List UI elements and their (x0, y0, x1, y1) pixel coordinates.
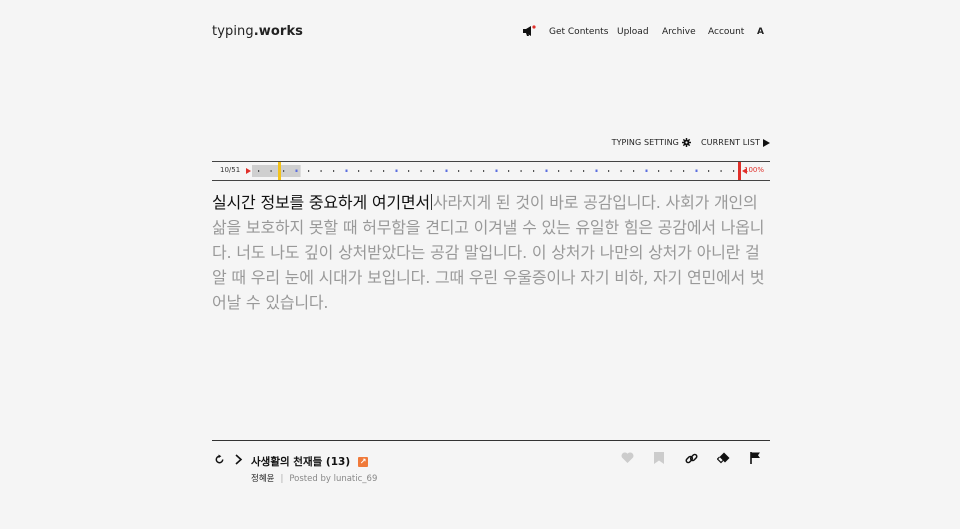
progress-tick (345, 169, 348, 172)
progress-tick (683, 170, 685, 172)
progress-tick (558, 170, 560, 172)
typing-setting-button[interactable]: TYPING SETTING (612, 138, 691, 147)
progress-tick (495, 169, 498, 172)
typing-setting-label: TYPING SETTING (611, 138, 679, 147)
progress-tick (320, 170, 322, 172)
progress-tick (695, 169, 698, 172)
logo-prefix: typing (212, 24, 254, 39)
progress-tick (708, 170, 710, 172)
report-button[interactable] (748, 451, 762, 465)
bookmark-icon (654, 452, 664, 464)
footer-controls (212, 452, 250, 466)
progress-tick (583, 170, 585, 172)
content-title-row: 사생활의 천재들 (13) ↗ (251, 454, 369, 469)
progress-track[interactable]: 10/51 100% (212, 161, 770, 181)
current-list-button[interactable]: CURRENT LIST (701, 138, 770, 147)
play-icon (763, 138, 770, 147)
flag-icon (749, 452, 760, 464)
progress-tick (620, 170, 622, 172)
progress-tick (533, 170, 535, 172)
progress-tick (258, 170, 260, 172)
link-icon (684, 453, 698, 463)
progress-tick (545, 169, 548, 172)
nav-language[interactable]: A (757, 27, 764, 37)
progress-tick (445, 169, 448, 172)
progress-tick (283, 170, 285, 172)
current-position-marker (278, 162, 281, 180)
progress-tick (333, 170, 335, 172)
eraser-button[interactable] (716, 451, 730, 465)
progress-tick (733, 170, 735, 172)
progress-tick (470, 170, 472, 172)
progress-tick (483, 170, 485, 172)
author-name: 정혜윤 (251, 474, 275, 484)
end-arrow (742, 168, 747, 174)
progress-tick (395, 169, 398, 172)
copy-link-button[interactable] (684, 451, 698, 465)
progress-tick (358, 170, 360, 172)
progress-tick (295, 169, 298, 172)
typed-text: 실시간 정보를 중요하게 여기면서 (212, 193, 430, 212)
restart-button[interactable] (212, 452, 226, 466)
progress-tick (420, 170, 422, 172)
nav-account[interactable]: Account (708, 27, 744, 37)
progress-tick (595, 169, 598, 172)
progress-tick (308, 170, 310, 172)
typing-text[interactable]: 실시간 정보를 중요하게 여기면서 사라지게 된 것이 바로 공감입니다. 사회가… (212, 190, 772, 315)
progress-tick (520, 170, 522, 172)
progress-tick (720, 170, 722, 172)
end-marker (738, 162, 741, 180)
meta-separator: | (280, 474, 284, 484)
progress-bar[interactable] (212, 162, 770, 180)
action-icons (620, 451, 770, 467)
next-button[interactable] (231, 452, 245, 466)
content-title[interactable]: 사생활의 천재들 (13) (251, 454, 350, 469)
nav-get-contents[interactable]: Get Contents (549, 27, 608, 37)
logo[interactable]: typing.works (212, 24, 303, 39)
progress-tick (670, 170, 672, 172)
external-link-icon[interactable]: ↗ (358, 456, 369, 467)
gear-icon (681, 138, 691, 147)
progress-tick (433, 170, 435, 172)
nav-upload[interactable]: Upload (617, 27, 649, 37)
megaphone-icon[interactable] (522, 25, 536, 37)
bookmark-button[interactable] (652, 451, 666, 465)
footer-divider (212, 440, 770, 441)
logo-suffix: .works (253, 24, 304, 39)
progress-tick (458, 170, 460, 172)
progress-tick (370, 170, 372, 172)
content-meta: 정혜윤 | Posted by lunatic_69 (251, 472, 377, 484)
eraser-icon (716, 452, 729, 464)
progress-tick (633, 170, 635, 172)
current-list-label: CURRENT LIST (700, 138, 760, 147)
progress-tick (645, 169, 648, 172)
start-marker (246, 168, 251, 174)
heart-icon (621, 452, 633, 463)
posted-by: Posted by lunatic_69 (289, 474, 378, 484)
progress-tick (408, 170, 410, 172)
refresh-icon (215, 453, 223, 463)
nav-archive[interactable]: Archive (662, 27, 696, 37)
progress-tick (270, 170, 272, 172)
completed-segment (252, 165, 301, 177)
like-button[interactable] (620, 451, 634, 465)
progress-tick (658, 170, 660, 172)
progress-tick (570, 170, 572, 172)
progress-tick (383, 170, 385, 172)
typing-controls: TYPING SETTING CURRENT LIST (612, 138, 770, 147)
text-cursor (430, 194, 432, 210)
progress-tick (608, 170, 610, 172)
chevron-right-icon (234, 453, 242, 465)
progress-tick (508, 170, 510, 172)
